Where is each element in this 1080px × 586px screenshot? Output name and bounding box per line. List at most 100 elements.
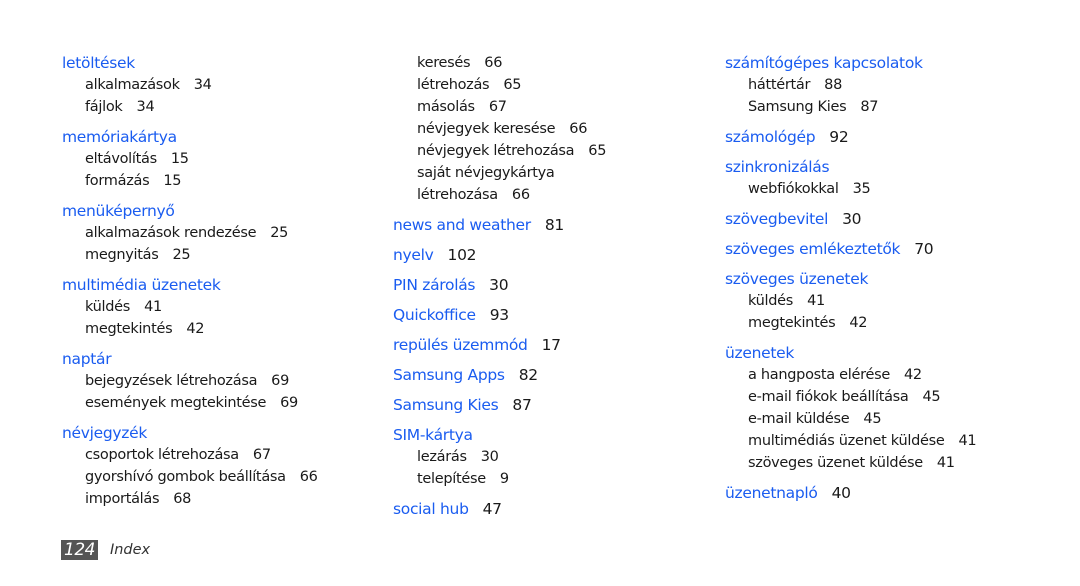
subentry-term: importálás	[85, 491, 160, 507]
heading-term: Samsung Apps	[393, 366, 505, 384]
index-entry: számítógépes kapcsolatok háttértár 88 Samsu…	[725, 52, 976, 118]
page-ref: 40	[831, 484, 851, 502]
index-subentry: e-mail küldése 45	[725, 408, 976, 430]
index-heading: memóriakártya	[62, 126, 318, 148]
heading-term: szinkronizálás	[725, 158, 830, 176]
page-ref: 66	[484, 55, 503, 71]
page-ref: 65	[588, 143, 607, 159]
index-subentry: keresés 66	[393, 52, 606, 74]
index-entry: SIM-kártya lezárás 30 telepítése 9	[393, 424, 606, 490]
index-column-3: számítógépes kapcsolatok háttértár 88 Samsu…	[725, 52, 977, 504]
index-entry: számológép 92	[725, 126, 976, 148]
subentry-term: fájlok	[85, 99, 123, 115]
subentry-term: formázás	[85, 173, 150, 189]
subentry-term: lezárás	[417, 449, 467, 465]
index-subentry: megtekintés 42	[62, 318, 318, 340]
subentry-term: alkalmazások rendezése	[85, 225, 257, 241]
page-ref: 9	[499, 471, 509, 487]
index-subentry: küldés 41	[62, 296, 318, 318]
heading-term: számológép	[725, 128, 816, 146]
heading-term: szövegbevitel	[725, 210, 829, 228]
heading-term: naptár	[62, 350, 112, 368]
index-heading: Samsung Apps 82	[393, 364, 606, 386]
index-subentry: webfiókokkal 35	[725, 178, 976, 200]
subentry-term: alkalmazások	[85, 77, 180, 93]
index-heading: üzenetek	[725, 342, 976, 364]
index-entry: nyelv 102	[393, 244, 606, 266]
subentry-term: megtekintés	[85, 321, 173, 337]
index-heading: social hub 47	[393, 498, 606, 520]
heading-term: memóriakártya	[62, 128, 177, 146]
page-ref: 92	[829, 128, 849, 146]
index-heading: multimédia üzenetek	[62, 274, 318, 296]
index-entry: üzenetnapló 40	[725, 482, 976, 504]
index-subentry: alkalmazások 34	[62, 74, 318, 96]
page-ref: 68	[173, 491, 192, 507]
page-ref: 87	[512, 396, 532, 414]
subentry-term: események megtekintése	[85, 395, 267, 411]
page-ref: 25	[172, 247, 191, 263]
index-heading: SIM-kártya	[393, 424, 606, 446]
heading-term: menüképernyő	[62, 202, 175, 220]
heading-term: news and weather	[393, 216, 531, 234]
index-heading: szövegbevitel 30	[725, 208, 976, 230]
index-entry: szöveges emlékeztetők 70	[725, 238, 976, 260]
index-subentry: névjegyek létrehozása 65	[393, 140, 606, 162]
index-subentry: létrehozás 65	[393, 74, 606, 96]
index-entry: Quickoffice 93	[393, 304, 606, 326]
index-heading: news and weather 81	[393, 214, 606, 236]
index-heading: számítógépes kapcsolatok	[725, 52, 976, 74]
index-heading: szöveges emlékeztetők 70	[725, 238, 976, 260]
page-ref: 30	[480, 449, 499, 465]
subentry-term: bejegyzések létrehozása	[85, 373, 258, 389]
page-ref: 30	[489, 276, 509, 294]
heading-term: multimédia üzenetek	[62, 276, 221, 294]
subentry-term: küldés	[748, 293, 794, 309]
subentry-term: csoportok létrehozása	[85, 447, 239, 463]
index-column-2: keresés 66 létrehozás 65 másolás 67 névjegyek …	[393, 52, 606, 520]
heading-term: letöltések	[62, 54, 135, 72]
page-ref: 15	[170, 151, 189, 167]
page-ref: 66	[511, 187, 530, 203]
index-subentry: események megtekintése 69	[62, 392, 318, 414]
heading-term: üzenetnapló	[725, 484, 818, 502]
index-subentry: megnyitás 25	[62, 244, 318, 266]
section-title: Index	[109, 542, 151, 558]
index-heading: szöveges üzenetek	[725, 268, 976, 290]
subentry-term: másolás	[417, 99, 475, 115]
page-ref: 41	[144, 299, 162, 315]
page-ref: 67	[252, 447, 271, 463]
subentry-term: multimédiás üzenet küldése	[748, 433, 945, 449]
page-ref: 81	[544, 216, 564, 234]
page-ref: 34	[136, 99, 155, 115]
index-column-1: letöltések alkalmazások 34 fájlok 34 memóriak…	[62, 52, 318, 510]
index-subentry: e-mail fiókok beállítása 45	[725, 386, 976, 408]
index-entry: naptár bejegyzések létrehozása 69 események…	[62, 348, 318, 414]
heading-term: üzenetek	[725, 344, 795, 362]
page-ref: 87	[860, 99, 879, 115]
index-subentry: alkalmazások rendezése 25	[62, 222, 318, 244]
index-heading: Samsung Kies 87	[393, 394, 606, 416]
subentry-term: a hangposta elérése	[748, 367, 890, 383]
page-ref: 102	[447, 246, 477, 264]
heading-term: Quickoffice	[393, 306, 476, 324]
index-subentry: szöveges üzenet küldése 41	[725, 452, 976, 474]
page-ref: 66	[569, 121, 588, 137]
index-entry: szövegbevitel 30	[725, 208, 976, 230]
page-ref: 30	[842, 210, 862, 228]
index-subentry: lezárás 30	[393, 446, 606, 468]
index-entry: Samsung Apps 82	[393, 364, 606, 386]
index-subentry: másolás 67	[393, 96, 606, 118]
page-ref: 17	[541, 336, 561, 354]
index-entry: üzenetek a hangposta elérése 42 e-mail fiók…	[725, 342, 977, 474]
page-number: 124	[61, 540, 98, 560]
heading-term: névjegyzék	[62, 424, 148, 442]
page-ref: 15	[163, 173, 182, 189]
subentry-term: eltávolítás	[85, 151, 157, 167]
page-ref: 88	[824, 77, 843, 93]
subentry-term: e-mail fiókok beállítása	[748, 389, 909, 405]
page-ref: 34	[193, 77, 212, 93]
index-subentry: megtekintés 42	[725, 312, 976, 334]
index-heading: letöltések	[62, 52, 318, 74]
heading-term: SIM-kártya	[393, 426, 473, 444]
